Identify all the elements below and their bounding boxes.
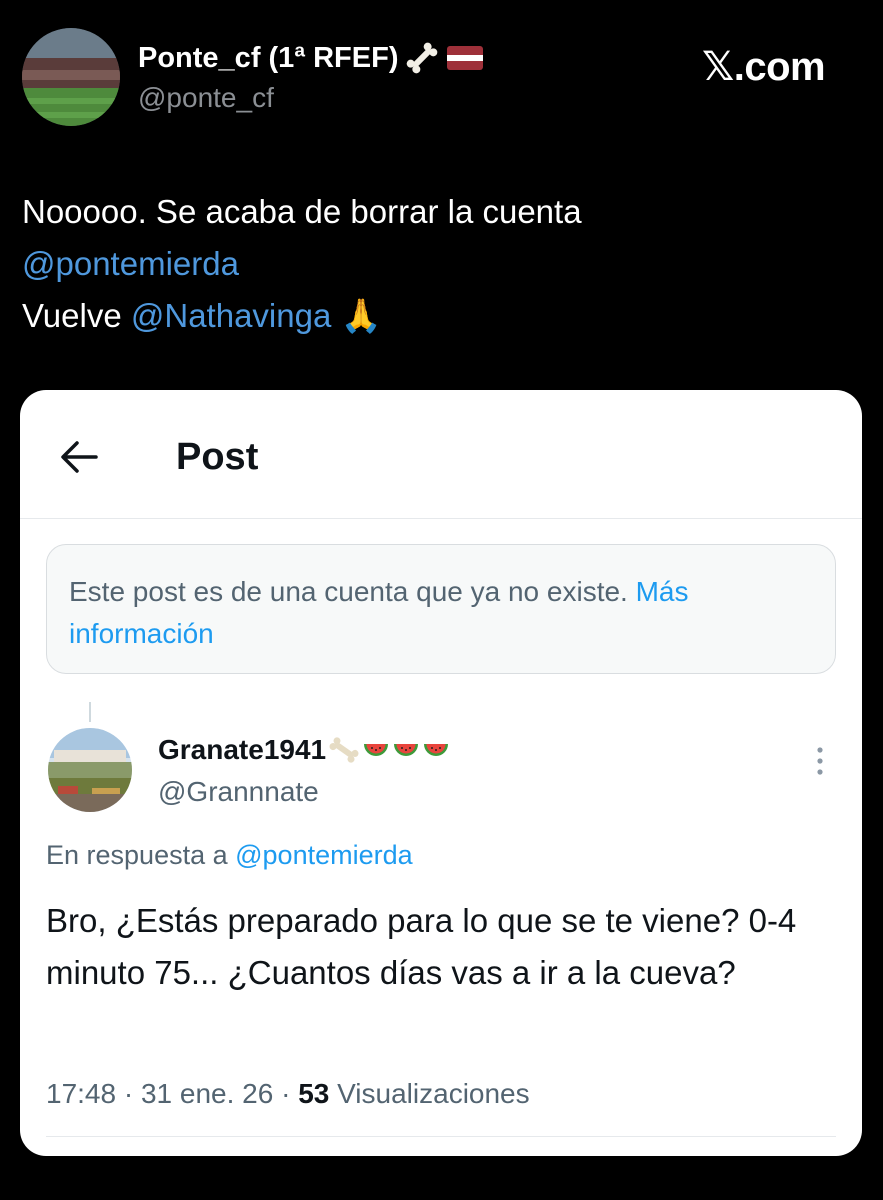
watermelon-icon [424, 744, 449, 756]
page-title: Post [176, 436, 259, 478]
post-time[interactable]: 17:48 [46, 1078, 116, 1109]
watermelon-icon [364, 744, 389, 756]
mention-link[interactable]: @pontemierda [22, 245, 239, 282]
handle[interactable]: @Grannnate [158, 776, 319, 808]
mention-link[interactable]: @pontemierda [235, 840, 413, 870]
more-options-icon[interactable] [816, 746, 824, 776]
display-name-text: Ponte_cf (1ª RFEF) [138, 41, 399, 74]
stadium-photo [22, 28, 120, 126]
display-name[interactable]: Ponte_cf (1ª RFEF) [138, 40, 484, 76]
deleted-account-notice: Este post es de una cuenta que ya no exi… [46, 544, 836, 674]
bone-icon [329, 737, 359, 763]
in-reply-to: En respuesta a @pontemierda [46, 840, 413, 871]
display-name[interactable]: Granate1941 [158, 734, 450, 766]
post-header: Post [20, 390, 862, 519]
post-meta: 17:48 · 31 ene. 26 · 53 Visualizaciones [46, 1078, 530, 1109]
bone-icon [407, 42, 438, 74]
brand-logo: 𝕏 .com [702, 44, 826, 90]
divider [46, 1136, 836, 1137]
tweet-text: Nooooo. Se acaba de borrar la cuenta @po… [22, 186, 582, 342]
views-label: Visualizaciones [337, 1078, 530, 1109]
handle[interactable]: @ponte_cf [138, 82, 274, 114]
display-name-text: Granate1941 [158, 734, 327, 765]
thread-line [89, 702, 91, 722]
brand-suffix: .com [733, 44, 826, 89]
praying-hands-icon: 🙏 [340, 297, 382, 334]
in-reply-prefix: En respuesta a [46, 840, 236, 870]
stadium-photo [48, 728, 132, 812]
views-count: 53 [298, 1078, 330, 1109]
x-logo-icon: 𝕏 [702, 45, 734, 89]
avatar[interactable] [48, 728, 132, 812]
watermelon-icon [394, 744, 419, 756]
avatar[interactable] [22, 28, 120, 126]
post-screenshot-card: Post Este post es de una cuenta que ya n… [20, 390, 862, 1156]
back-arrow-icon[interactable] [60, 440, 98, 474]
post-date[interactable]: 31 ene. 26 [141, 1078, 273, 1109]
tweet-line-1: Nooooo. Se acaba de borrar la cuenta [22, 193, 582, 230]
notice-text: Este post es de una cuenta que ya no exi… [69, 576, 636, 607]
latvian-flag-icon [447, 46, 484, 70]
reply-text: Bro, ¿Estás preparado para lo que se te … [46, 902, 797, 991]
mention-link[interactable]: @Nathavinga [131, 297, 331, 334]
tweet-line-3-prefix: Vuelve [22, 297, 131, 334]
